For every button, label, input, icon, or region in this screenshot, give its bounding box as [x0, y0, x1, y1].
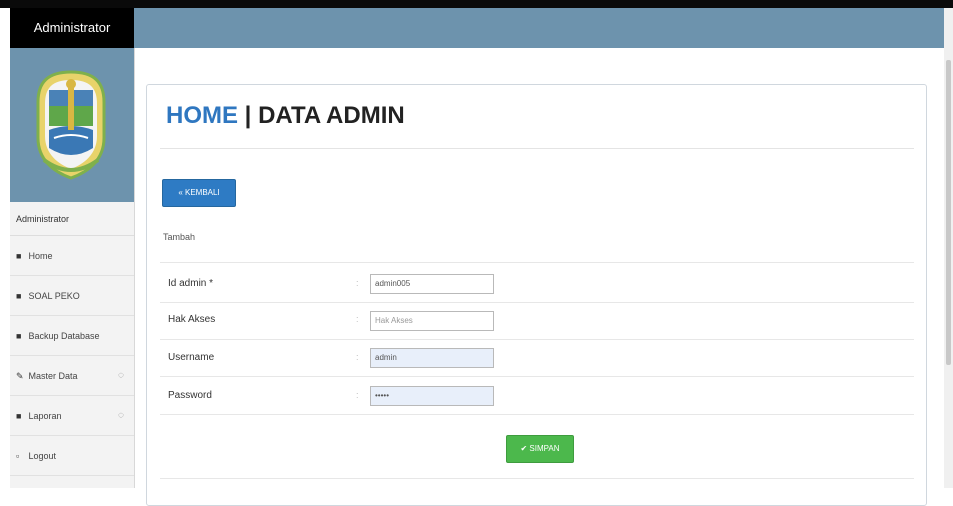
brand-title[interactable]: Administrator	[10, 8, 134, 48]
save-button[interactable]: ✔ SIMPAN	[506, 435, 574, 463]
colon: :	[356, 314, 359, 324]
page-title-main: DATA ADMIN	[258, 102, 405, 129]
page-title: HOME | DATA ADMIN	[166, 102, 405, 130]
sidebar-item-soal[interactable]: ■ SOAL PEKO	[10, 276, 134, 316]
password-input[interactable]: •••••	[370, 386, 494, 406]
password-label: Password	[168, 390, 212, 401]
row-divider	[160, 339, 914, 340]
sidebar-item-label: SOAL PEKO	[28, 291, 80, 301]
username-label: Username	[168, 352, 215, 363]
row-divider	[160, 302, 914, 303]
sidebar-item-master-data[interactable]: ✎ Master Data ◌	[10, 356, 134, 396]
id-admin-label: Id admin *	[168, 278, 214, 289]
app-frame: Administrator Administrator ■ Home ■ SOA…	[0, 0, 953, 506]
colon: :	[356, 278, 359, 288]
username-input[interactable]: admin	[370, 348, 494, 368]
row-divider	[160, 376, 914, 377]
hak-akses-input[interactable]: Hak Akses	[370, 311, 494, 331]
row-divider	[160, 262, 914, 263]
bottom-divider	[160, 478, 914, 479]
expand-icon: ◌	[118, 370, 124, 381]
section-label: Tambah	[163, 232, 196, 242]
sidebar-item-label: Logout	[28, 451, 57, 461]
sidebar-item-label: Home	[28, 251, 53, 261]
sidebar-role-label: Administrator	[10, 202, 134, 236]
home-icon: ■	[16, 251, 22, 261]
page-title-separator: |	[238, 102, 259, 129]
sidebar-item-label: Backup Database	[28, 331, 100, 341]
row-divider	[160, 414, 914, 415]
sidebar-item-label: Master Data	[28, 371, 78, 381]
logo-emblem	[36, 70, 106, 180]
sidebar-item-label: Laporan	[28, 411, 62, 421]
home-icon: ■	[16, 291, 22, 301]
logo-panel	[10, 48, 134, 202]
colon: :	[356, 390, 359, 400]
sidebar-item-logout[interactable]: ▫ Logout	[10, 436, 134, 476]
sidebar: Administrator ■ Home ■ SOAL PEKO ■ Backu…	[10, 48, 135, 488]
top-edge	[0, 0, 953, 8]
expand-icon: ◌	[118, 410, 124, 421]
sidebar-item-laporan[interactable]: ■ Laporan ◌	[10, 396, 134, 436]
hak-akses-label: Hak Akses	[168, 314, 216, 325]
edit-icon: ✎	[16, 371, 24, 381]
top-header-bar	[134, 8, 944, 48]
sidebar-item-backup-database[interactable]: ■ Backup Database	[10, 316, 134, 356]
back-button[interactable]: « KEMBALI	[162, 179, 236, 207]
sidebar-item-home[interactable]: ■ Home	[10, 236, 134, 276]
id-admin-input[interactable]: admin005	[370, 274, 494, 294]
page-title-home[interactable]: HOME	[166, 102, 238, 129]
report-icon: ■	[16, 411, 22, 421]
logout-icon: ▫	[16, 451, 20, 461]
title-divider	[160, 148, 914, 149]
home-icon: ■	[16, 331, 22, 341]
scrollbar-thumb[interactable]	[946, 60, 951, 365]
colon: :	[356, 352, 359, 362]
